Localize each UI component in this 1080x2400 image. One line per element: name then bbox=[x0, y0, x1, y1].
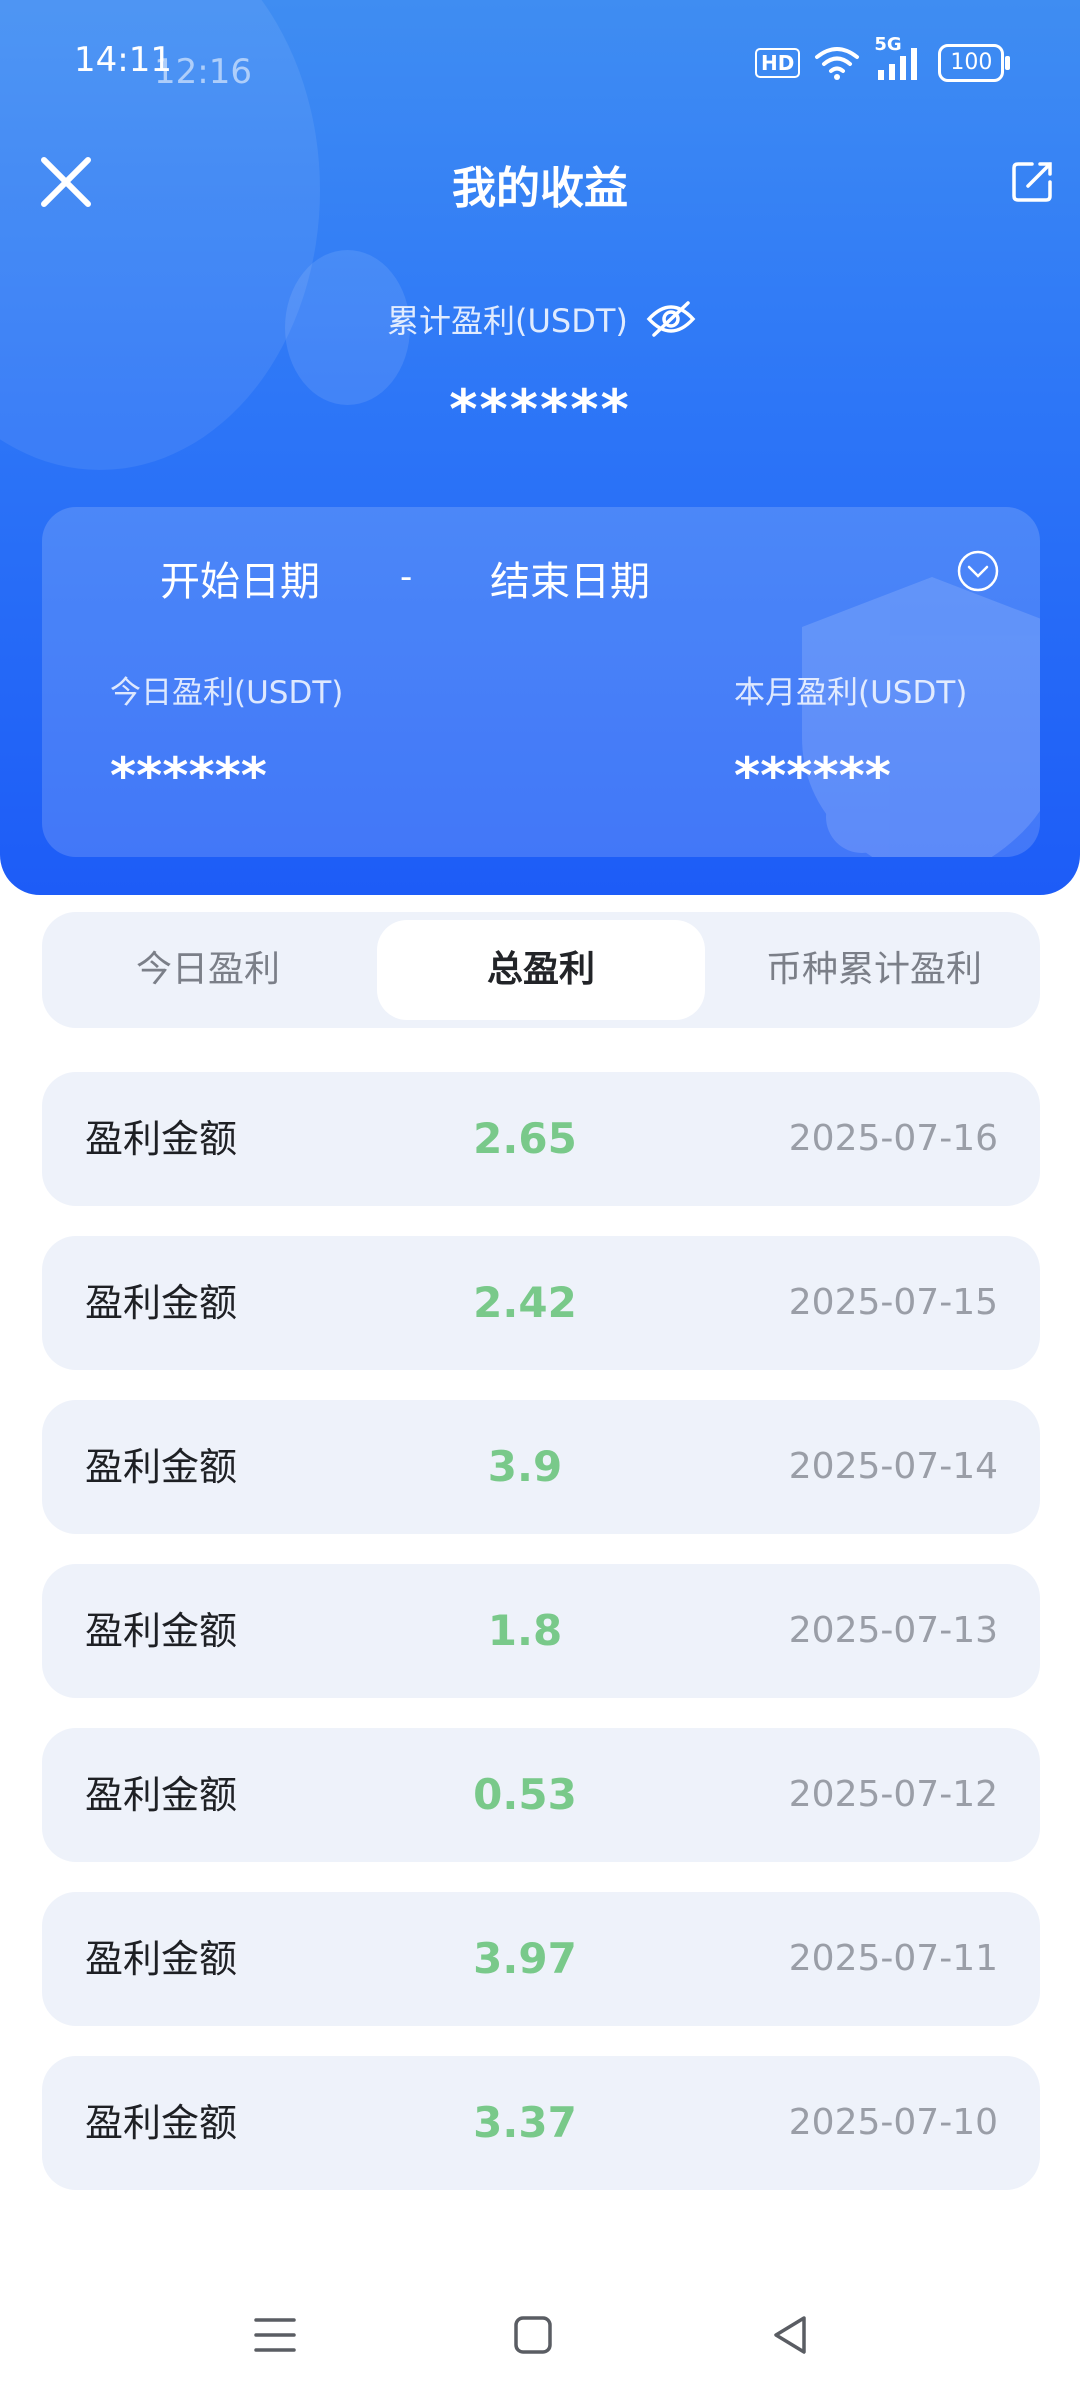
list-item[interactable]: 盈利金额 2.42 2025-07-15 bbox=[42, 1236, 1040, 1370]
tab-coin-cumulative-profit[interactable]: 币种累计盈利 bbox=[708, 912, 1040, 1028]
row-date: 2025-07-16 bbox=[788, 1118, 998, 1159]
date-separator: - bbox=[400, 557, 413, 597]
row-date: 2025-07-10 bbox=[788, 2102, 998, 2143]
row-amount: 0.53 bbox=[473, 1770, 577, 1819]
cumulative-profit: 累计盈利(USDT) bbox=[387, 296, 696, 342]
cumulative-profit-value: ****** bbox=[449, 378, 631, 441]
share-export-icon[interactable] bbox=[1010, 158, 1054, 204]
battery-indicator: 100 bbox=[938, 44, 1011, 82]
row-date: 2025-07-14 bbox=[788, 1446, 998, 1487]
list-item[interactable]: 盈利金额 0.53 2025-07-12 bbox=[42, 1728, 1040, 1862]
today-profit-value: ****** bbox=[110, 747, 267, 805]
today-profit-label: 今日盈利(USDT) bbox=[110, 675, 344, 711]
month-profit-label: 本月盈利(USDT) bbox=[734, 675, 968, 711]
list-item[interactable]: 盈利金额 2.65 2025-07-16 bbox=[42, 1072, 1040, 1206]
wifi-icon bbox=[815, 47, 860, 80]
profit-tabs: 今日盈利 总盈利 币种累计盈利 bbox=[42, 912, 1040, 1028]
cumulative-profit-label: 累计盈利(USDT) bbox=[387, 302, 628, 340]
row-amount: 3.97 bbox=[473, 1934, 577, 1983]
row-date: 2025-07-12 bbox=[788, 1774, 998, 1815]
menu-icon[interactable] bbox=[250, 2310, 300, 2360]
status-icons: HD 5G 100 bbox=[755, 34, 1011, 82]
row-date: 2025-07-15 bbox=[788, 1282, 998, 1323]
status-time-overlay: 12:16 bbox=[154, 52, 252, 92]
row-label: 盈利金额 bbox=[85, 1609, 238, 1653]
row-amount: 3.37 bbox=[473, 2098, 577, 2147]
header-panel: 14:11 12:16 HD 5G 100 我的收益 累计盈利(USDT) **… bbox=[0, 0, 1080, 895]
row-amount: 2.42 bbox=[473, 1278, 577, 1327]
row-label: 盈利金额 bbox=[85, 2101, 238, 2145]
date-range-card: 开始日期 - 结束日期 今日盈利(USDT) ****** 本月盈利(USDT)… bbox=[42, 507, 1040, 857]
row-label: 盈利金额 bbox=[85, 1281, 238, 1325]
list-item[interactable]: 盈利金额 3.37 2025-07-10 bbox=[42, 2056, 1040, 2190]
home-square-icon[interactable] bbox=[508, 2310, 558, 2360]
row-date: 2025-07-11 bbox=[788, 1938, 998, 1979]
shield-bitcoin-icon bbox=[802, 577, 1040, 857]
row-amount: 2.65 bbox=[473, 1114, 577, 1163]
status-bar: 14:11 12:16 HD 5G 100 bbox=[0, 34, 1080, 92]
start-date-picker[interactable]: 开始日期 bbox=[160, 549, 320, 607]
row-date: 2025-07-13 bbox=[788, 1610, 998, 1651]
chevron-down-circle-icon[interactable] bbox=[956, 549, 1000, 593]
tab-today-profit[interactable]: 今日盈利 bbox=[42, 912, 374, 1028]
hd-badge: HD bbox=[755, 48, 801, 78]
row-amount: 3.9 bbox=[487, 1442, 563, 1491]
back-triangle-icon[interactable] bbox=[766, 2310, 816, 2360]
list-item[interactable]: 盈利金额 1.8 2025-07-13 bbox=[42, 1564, 1040, 1698]
system-nav-bar bbox=[0, 2300, 1080, 2370]
signal-bars-icon bbox=[878, 48, 918, 80]
month-profit-value: ****** bbox=[734, 747, 891, 805]
row-amount: 1.8 bbox=[487, 1606, 563, 1655]
tab-total-profit[interactable]: 总盈利 bbox=[377, 920, 705, 1020]
list-item[interactable]: 盈利金额 3.9 2025-07-14 bbox=[42, 1400, 1040, 1534]
eye-hidden-icon[interactable] bbox=[646, 299, 696, 339]
page-title: 我的收益 bbox=[452, 163, 628, 214]
row-label: 盈利金额 bbox=[85, 1117, 238, 1161]
cellular-signal: 5G bbox=[874, 34, 924, 82]
end-date-picker[interactable]: 结束日期 bbox=[490, 549, 650, 607]
row-label: 盈利金额 bbox=[85, 1445, 238, 1489]
row-label: 盈利金额 bbox=[85, 1937, 238, 1981]
row-label: 盈利金额 bbox=[85, 1773, 238, 1817]
list-item[interactable]: 盈利金额 3.97 2025-07-11 bbox=[42, 1892, 1040, 2026]
